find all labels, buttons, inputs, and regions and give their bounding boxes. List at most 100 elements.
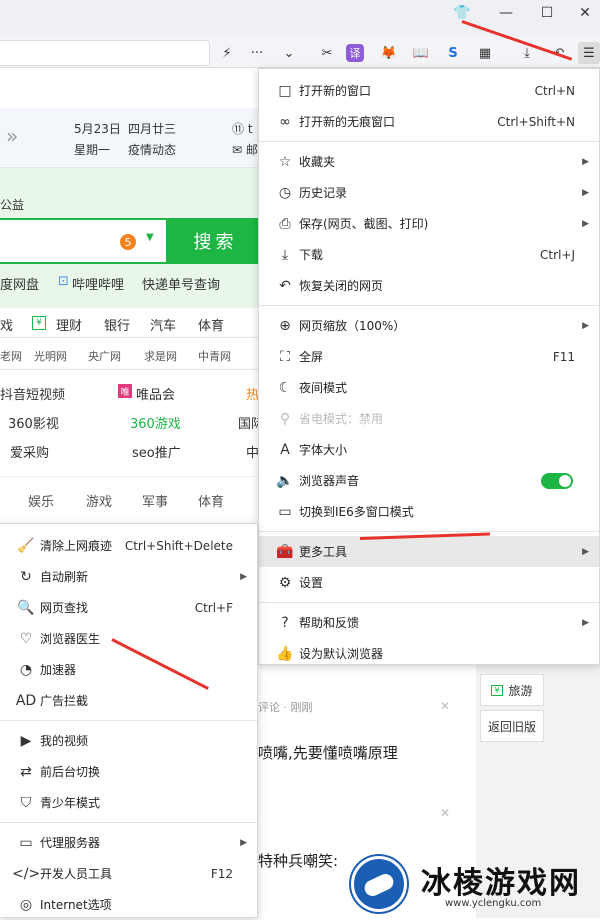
incognito-icon: ∞ [279, 113, 291, 130]
menu-separator [259, 602, 599, 603]
tab-ent[interactable]: 娱乐 [28, 491, 54, 510]
menu-item-incognito[interactable]: ∞ 打开新的无痕窗口 Ctrl+Shift+N [259, 106, 599, 137]
menu-item-internet-options[interactable]: ◎ Internet选项 [0, 889, 257, 920]
menu-item-label: 自动刷新 [40, 570, 89, 584]
search-button[interactable]: 搜索 [168, 218, 263, 264]
address-bar[interactable] [0, 40, 210, 66]
travel-button[interactable]: ¥ 旅游 [480, 674, 544, 706]
translate-icon[interactable]: 译 [346, 44, 364, 62]
close-icon[interactable]: ✕ [440, 806, 450, 820]
menu-item-accelerator[interactable]: ◔ 加速器 [0, 654, 257, 685]
gongyi-label: 公益 [0, 198, 25, 212]
menu-item-label: 恢复关闭的网页 [299, 279, 384, 293]
close-icon[interactable]: ✕ [565, 0, 600, 26]
find-icon: 🔍 [17, 599, 35, 616]
submenu-arrow-icon: ▶ [582, 156, 589, 167]
menu-item-adblock[interactable]: AD 广告拦截 [0, 685, 257, 716]
maximize-icon[interactable]: ☐ [527, 0, 567, 26]
quick-link-3[interactable]: 快递单号查询 [142, 274, 220, 293]
menu-item-teen-mode[interactable]: ⛉ 青少年模式 [0, 787, 257, 818]
menu-item-fullscreen[interactable]: ⛶ 全屏 F11 [259, 341, 599, 372]
scissors-icon[interactable]: ✂ [316, 42, 338, 64]
site-link[interactable]: 360游戏 [130, 413, 181, 432]
old-version-button[interactable]: 返回旧版 [480, 710, 544, 742]
site-link[interactable]: 爱采购 [10, 442, 49, 461]
accelerator-icon: ◔ [19, 661, 33, 678]
nav-item[interactable]: 求是网 [144, 348, 177, 364]
menu-item-default-browser[interactable]: 👍 设为默认浏览器 [259, 638, 599, 669]
menu-item-restore[interactable]: ↶ 恢复关闭的网页 [259, 270, 599, 301]
epidemic-link[interactable]: 疫情动态 [128, 141, 176, 158]
menu-item-download[interactable]: ⤓ 下载 Ctrl+J [259, 239, 599, 270]
travel-icon: ¥ [491, 684, 503, 696]
menu-item-auto-refresh[interactable]: ↻ 自动刷新 ▶ [0, 561, 257, 592]
menu-item-bg-switch[interactable]: ⇄ 前后台切换 [0, 756, 257, 787]
new-window-icon: □ [278, 82, 292, 99]
main-menu: □ 打开新的窗口 Ctrl+N ∞ 打开新的无痕窗口 Ctrl+Shift+N ☆ 收藏夹 ▶ ◷… [258, 68, 600, 665]
menu-item-ie6[interactable]: ▭ 切换到IE6多窗口模式 [259, 496, 599, 527]
tab-game[interactable]: 游戏 [86, 491, 112, 510]
nav-item[interactable]: 体育 [198, 315, 224, 334]
news-tabs: 娱乐 游戏 军事 体育 [0, 476, 258, 520]
menu-item-my-video[interactable]: ▶ 我的视频 [0, 725, 257, 756]
nav-item[interactable]: 汽车 [150, 315, 176, 334]
menu-item-history[interactable]: ◷ 历史记录 ▶ [259, 177, 599, 208]
bilibili-icon: ⊡ [58, 274, 69, 289]
nav-item[interactable]: 理财 [56, 315, 82, 334]
more-dots-icon[interactable]: ··· [246, 42, 268, 64]
caret-down-icon[interactable]: ▼ [146, 232, 154, 243]
search-input[interactable]: 5 ▼ [0, 218, 168, 264]
menu-item-label: 打开新的窗口 [299, 84, 372, 98]
minimize-icon[interactable]: — [486, 0, 526, 26]
nav-item[interactable]: 银行 [104, 315, 130, 334]
menu-separator [259, 531, 599, 532]
close-icon[interactable]: ✕ [440, 699, 450, 713]
site-link[interactable]: 抖音短视频 [0, 384, 65, 403]
menu-item-sound[interactable]: 🔈 浏览器声音 [259, 465, 599, 496]
tab-sport[interactable]: 体育 [198, 491, 224, 510]
menu-item-label: 打开新的无痕窗口 [299, 115, 396, 129]
menu-item-label: 夜间模式 [299, 381, 348, 395]
chevron-down-icon[interactable]: ⌄ [278, 42, 300, 64]
menu-item-zoom[interactable]: ⊕ 网页缩放（100%） ▶ [259, 310, 599, 341]
menu-item-help[interactable]: ? 帮助和反馈 ▶ [259, 607, 599, 638]
tab-mil[interactable]: 军事 [142, 491, 168, 510]
submenu-arrow-icon: ▶ [582, 617, 589, 628]
nav-item[interactable]: 央广网 [88, 348, 121, 364]
s-logo-icon[interactable]: S [442, 42, 464, 64]
save-icon: ⎙ [279, 215, 291, 232]
menu-item-label: Internet选项 [40, 898, 112, 912]
lightning-icon[interactable]: ⚡ [216, 42, 238, 64]
submenu-arrow-icon: ▶ [582, 320, 589, 331]
menu-item-clear-traces[interactable]: 🧹 清除上网痕迹 Ctrl+Shift+Delete [0, 530, 257, 561]
news-headline-2[interactable]: 特种兵嘲笑: [258, 850, 338, 871]
reader-icon[interactable]: 📖 [410, 42, 432, 64]
menu-item-devtools[interactable]: </> 开发人员工具 F12 [0, 858, 257, 889]
grid-icon[interactable]: ▦ [474, 42, 496, 64]
main-menu-icon[interactable]: ☰ [578, 42, 600, 64]
menu-item-more-tools[interactable]: 🧰 更多工具 ▶ [259, 536, 599, 567]
menu-item-night-mode[interactable]: ☾ 夜间模式 [259, 372, 599, 403]
menu-item-font-size[interactable]: A 字体大小 [259, 434, 599, 465]
site-link[interactable]: 360影视 [8, 413, 59, 432]
expand-arrow-icon[interactable]: » [6, 124, 18, 148]
fox-icon[interactable]: 🦊 [378, 42, 400, 64]
restore-icon: ↶ [279, 277, 291, 294]
nav-item[interactable]: 老网 [0, 348, 22, 364]
sound-toggle[interactable] [541, 472, 573, 489]
nav-item[interactable]: 中青网 [198, 348, 231, 364]
menu-item-find[interactable]: 🔍 网页查找 Ctrl+F [0, 592, 257, 623]
site-link[interactable]: seo推广 [132, 442, 181, 461]
quick-link-1[interactable]: 度网盘 [0, 274, 39, 293]
menu-item-settings[interactable]: ⚙ 设置 [259, 567, 599, 598]
site-link[interactable]: 唯品会 [136, 384, 175, 403]
nav-item[interactable]: 戏 [0, 315, 13, 334]
menu-item-save[interactable]: ⎙ 保存(网页、截图、打印) ▶ [259, 208, 599, 239]
menu-item-new-window[interactable]: □ 打开新的窗口 Ctrl+N [259, 75, 599, 106]
right-info-2: ✉ 邮 [232, 143, 258, 157]
quick-link-2[interactable]: 哔哩哔哩 [72, 274, 124, 293]
menu-item-proxy[interactable]: ▭ 代理服务器 ▶ [0, 827, 257, 858]
news-headline[interactable]: 喷嘴,先要懂喷嘴原理 [258, 742, 398, 763]
menu-item-favorites[interactable]: ☆ 收藏夹 ▶ [259, 146, 599, 177]
nav-item[interactable]: 光明网 [34, 348, 67, 364]
